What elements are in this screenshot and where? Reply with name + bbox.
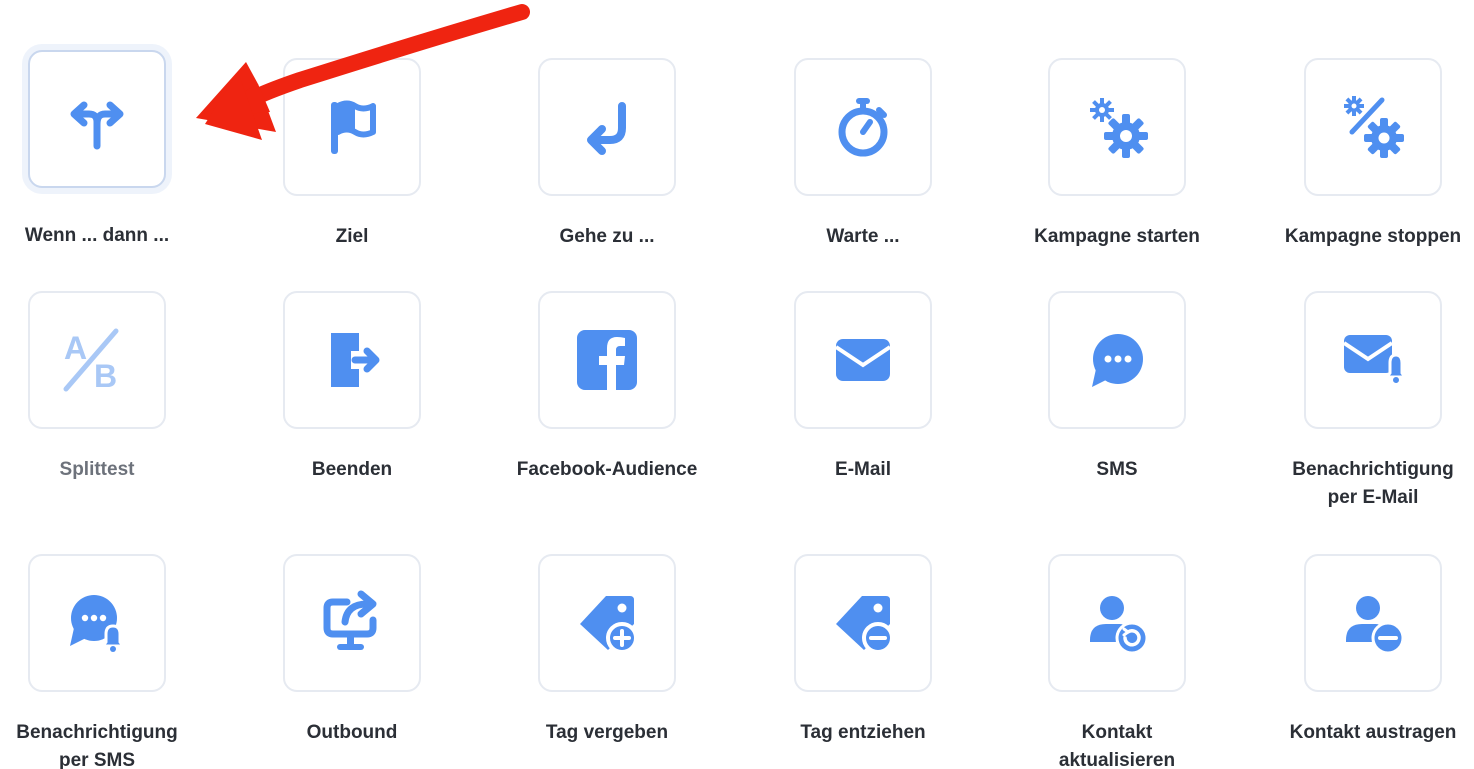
chat-bell-icon [62, 588, 132, 658]
screen-share-icon [317, 588, 387, 658]
tile-label: Benachrichtigung per E-Mail [1292, 459, 1454, 508]
tile-box[interactable] [283, 58, 421, 196]
tile-beenden[interactable]: Beenden [232, 291, 472, 484]
tile-box[interactable] [794, 291, 932, 429]
tile-kontakt-austragen[interactable]: Kontakt austragen [1253, 554, 1474, 747]
tile-box[interactable] [538, 291, 676, 429]
tile-warte[interactable]: Warte ... [743, 58, 983, 251]
tile-label: Kampagne starten [1034, 226, 1200, 247]
tile-facebook-audience[interactable]: Facebook-Audience [487, 291, 727, 484]
tile-box[interactable] [28, 50, 166, 188]
tile-ziel[interactable]: Ziel [232, 58, 472, 251]
tile-label: Tag vergeben [545, 722, 669, 743]
tile-label: Tag entziehen [800, 722, 926, 743]
tile-label: Kontakt aktualisieren [1058, 722, 1176, 769]
tile-splittest[interactable]: A B Splittest [0, 291, 217, 484]
ab-split-icon: A B [60, 325, 134, 395]
tile-tag-entziehen[interactable]: Tag entziehen [743, 554, 983, 747]
tile-email[interactable]: E-Mail [743, 291, 983, 484]
exit-door-icon [317, 325, 387, 395]
user-minus-icon [1338, 588, 1408, 658]
tile-box[interactable] [794, 58, 932, 196]
stopwatch-icon [828, 92, 898, 162]
chat-bubble-icon [1082, 325, 1152, 395]
tile-gehe-zu[interactable]: Gehe zu ... [487, 58, 727, 251]
percent-gear-icon [1338, 92, 1408, 162]
tile-label: Wenn ... dann ... [24, 225, 170, 246]
tile-box[interactable] [794, 554, 932, 692]
tile-box[interactable] [1304, 291, 1442, 429]
svg-text:B: B [94, 358, 117, 394]
tile-box[interactable] [538, 58, 676, 196]
tile-box[interactable]: A B [28, 291, 166, 429]
tile-outbound[interactable]: Outbound [232, 554, 472, 747]
tile-tag-vergeben[interactable]: Tag vergeben [487, 554, 727, 747]
tile-box[interactable] [1304, 58, 1442, 196]
tile-label: Benachrichtigung per SMS [16, 722, 178, 769]
tile-kampagne-stoppen[interactable]: Kampagne stoppen [1253, 58, 1474, 251]
tile-label: Warte ... [826, 226, 900, 247]
tile-label: Kampagne stoppen [1284, 226, 1462, 247]
tile-label: Splittest [59, 459, 135, 480]
split-arrow-icon [62, 84, 132, 154]
tile-benachrichtigung-email[interactable]: Benachrichtigung per E-Mail [1253, 291, 1474, 512]
action-grid: Wenn ... dann ... Ziel Gehe zu ... Warte… [0, 0, 1474, 769]
tile-wenn-dann[interactable]: Wenn ... dann ... [0, 50, 217, 250]
gears-icon [1082, 92, 1152, 162]
tile-label: Kontakt austragen [1289, 722, 1457, 743]
tile-box[interactable] [283, 554, 421, 692]
tile-label: E-Mail [835, 459, 891, 480]
tile-box[interactable] [538, 554, 676, 692]
tile-box[interactable] [28, 554, 166, 692]
tile-label: Ziel [335, 226, 369, 247]
facebook-icon [572, 325, 642, 395]
tile-label: Outbound [306, 722, 398, 743]
envelope-icon [828, 325, 898, 395]
tile-kontakt-aktualisieren[interactable]: Kontakt aktualisieren [997, 554, 1237, 769]
tile-benachrichtigung-sms[interactable]: Benachrichtigung per SMS [0, 554, 217, 769]
tile-kampagne-starten[interactable]: Kampagne starten [997, 58, 1237, 251]
flag-icon [317, 92, 387, 162]
user-refresh-icon [1082, 588, 1152, 658]
tag-minus-icon [828, 588, 898, 658]
tile-box[interactable] [283, 291, 421, 429]
tile-box[interactable] [1304, 554, 1442, 692]
return-arrow-icon [572, 92, 642, 162]
tile-label: Facebook-Audience [516, 459, 698, 480]
envelope-bell-icon [1338, 325, 1408, 395]
tile-box[interactable] [1048, 58, 1186, 196]
tile-label: Beenden [311, 459, 393, 480]
tile-label: Gehe zu ... [559, 226, 655, 247]
tile-box[interactable] [1048, 291, 1186, 429]
tile-label: SMS [1096, 459, 1138, 480]
tile-sms[interactable]: SMS [997, 291, 1237, 484]
tile-box[interactable] [1048, 554, 1186, 692]
svg-text:A: A [64, 330, 87, 366]
tag-plus-icon [572, 588, 642, 658]
